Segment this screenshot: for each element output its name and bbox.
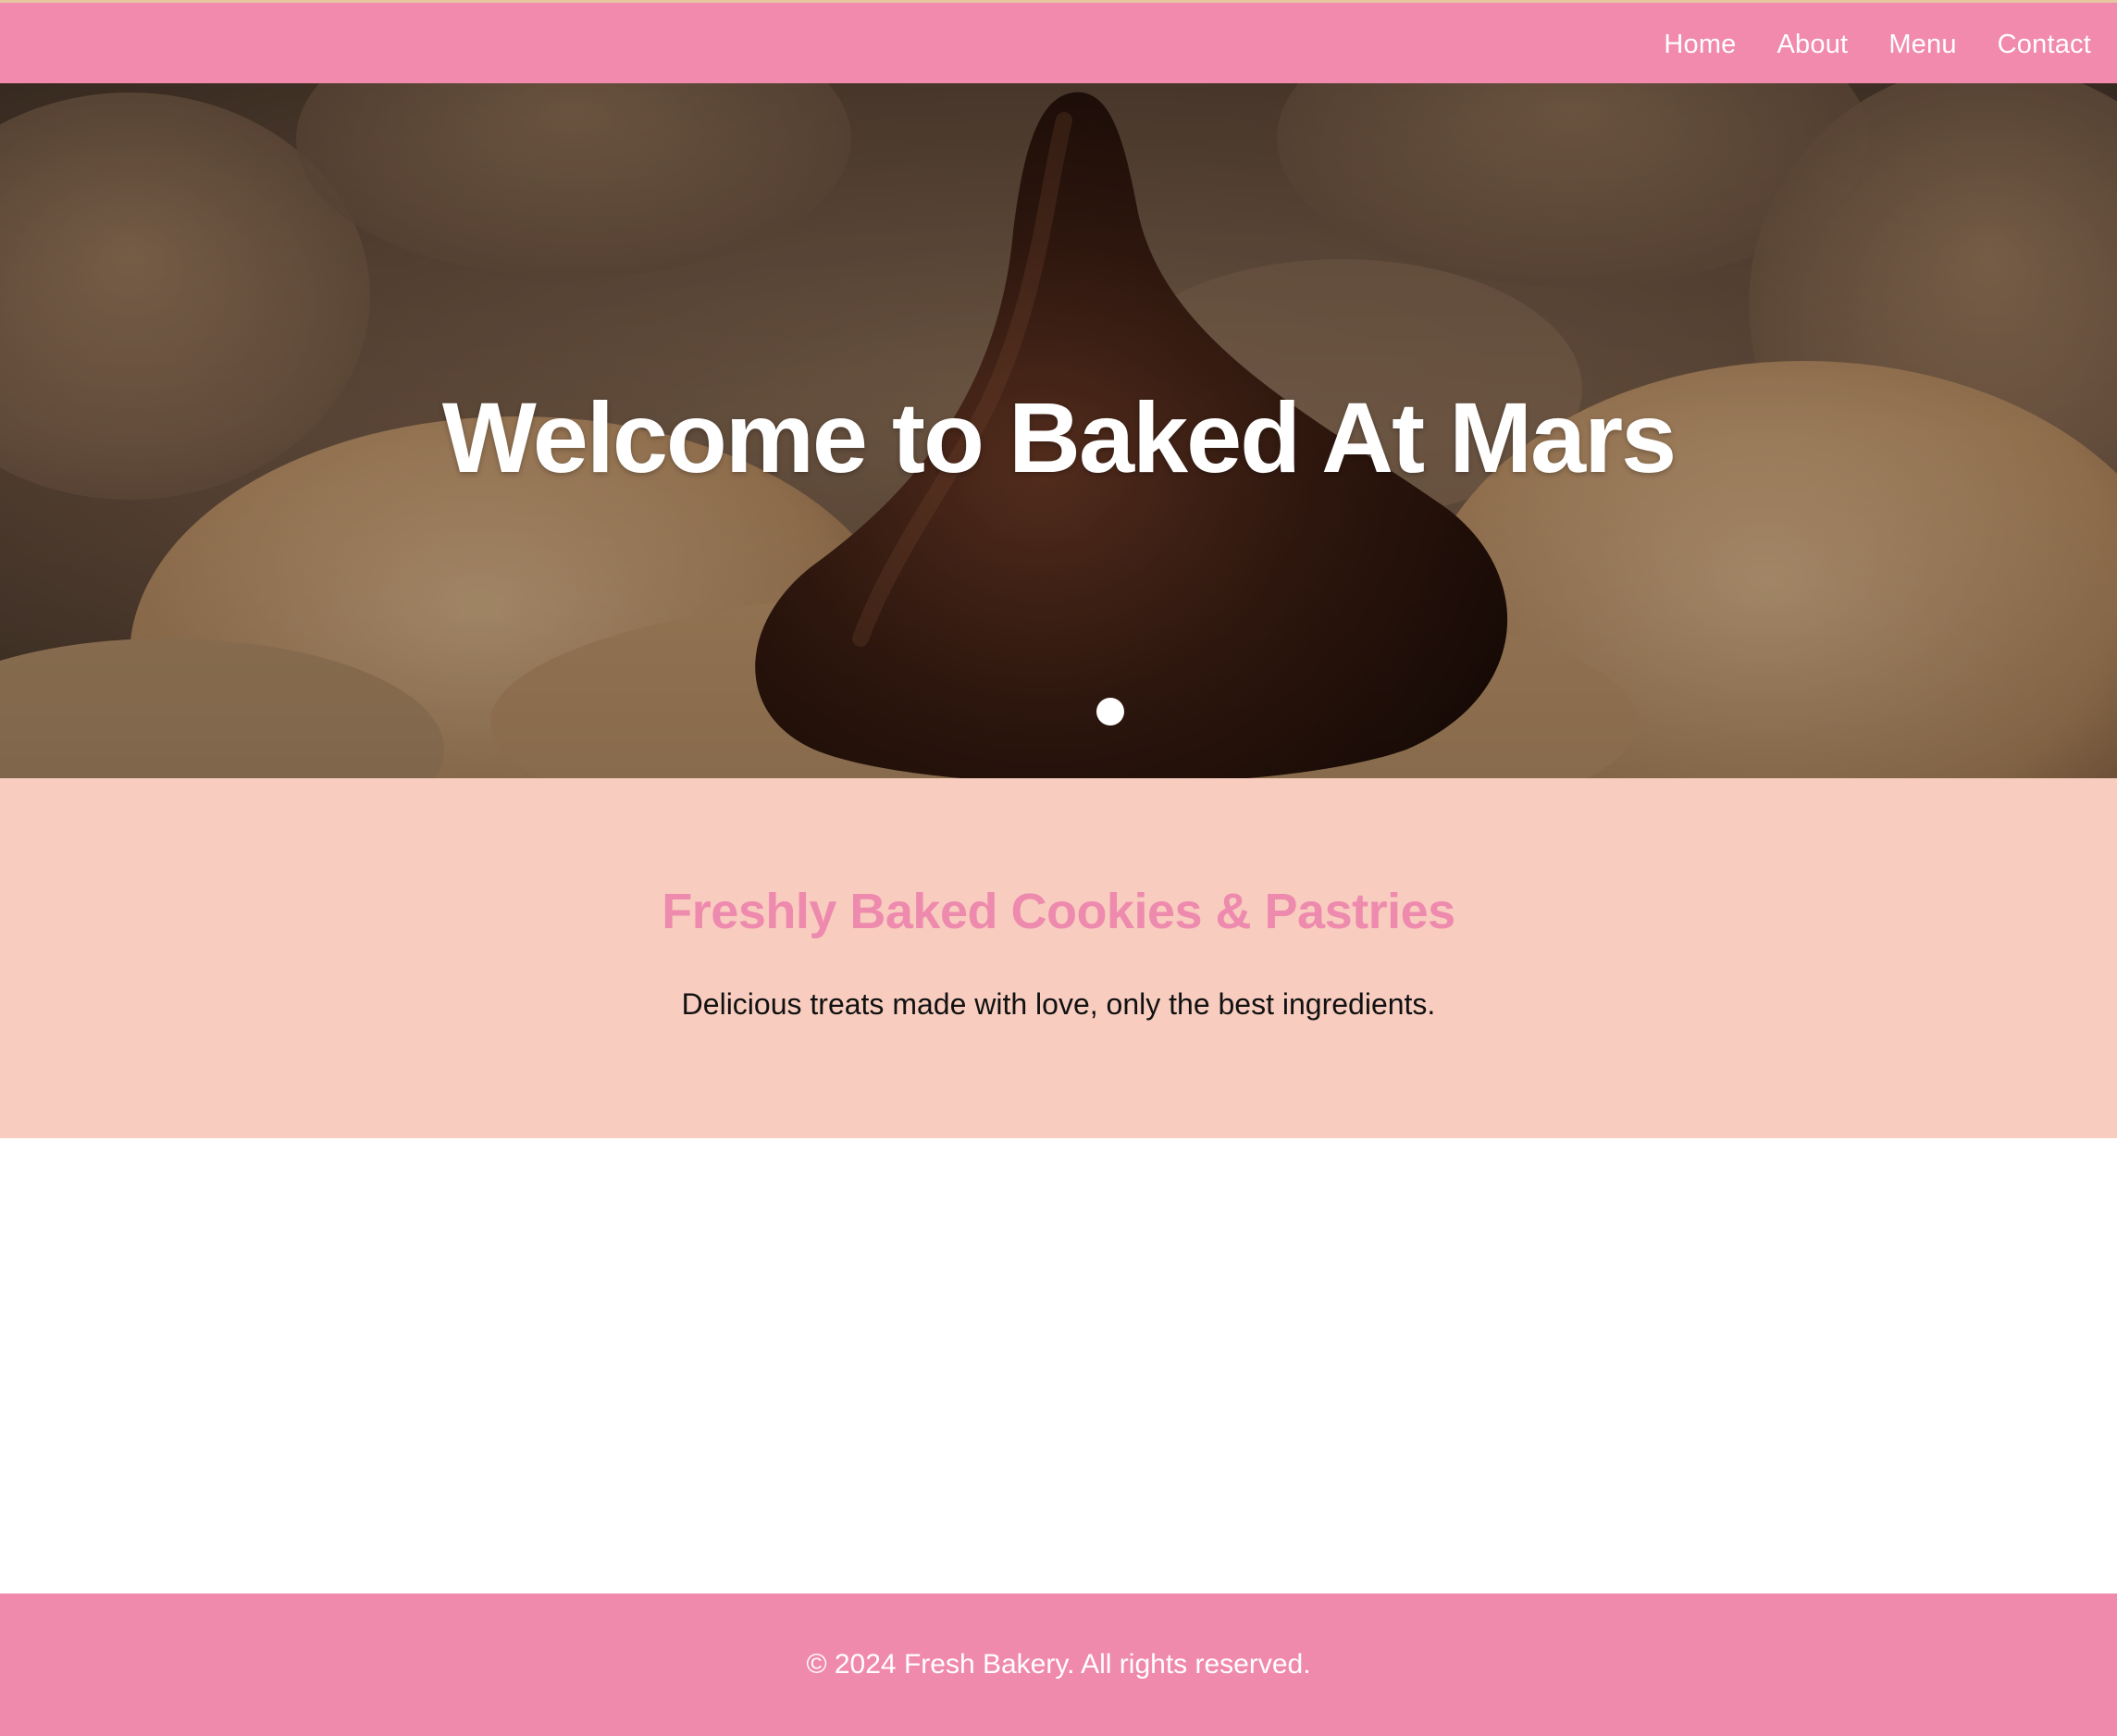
nav-link-menu[interactable]: Menu (1888, 30, 1956, 60)
hero-title: Welcome to Baked At Mars (441, 381, 1677, 493)
nav-link-about[interactable]: About (1777, 30, 1849, 60)
carousel-dot-active[interactable] (1096, 698, 1124, 725)
top-navbar: Home About Menu Contact (0, 0, 2117, 83)
intro-section: Freshly Baked Cookies & Pastries Delicio… (0, 778, 2117, 1138)
page: Home About Menu Contact Welcome to Baked… (0, 0, 2117, 1736)
nav-link-home[interactable]: Home (1664, 30, 1736, 60)
intro-heading: Freshly Baked Cookies & Pastries (662, 884, 1455, 939)
nav-link-contact[interactable]: Contact (1998, 30, 2091, 60)
page-footer: © 2024 Fresh Bakery. All rights reserved… (0, 1593, 2117, 1736)
intro-description: Delicious treats made with love, only th… (681, 987, 1436, 1021)
main-nav: Home About Menu Contact (1664, 3, 2091, 86)
footer-copyright: © 2024 Fresh Bakery. All rights reserved… (806, 1649, 1311, 1680)
hero-banner: Welcome to Baked At Mars (0, 83, 2117, 778)
